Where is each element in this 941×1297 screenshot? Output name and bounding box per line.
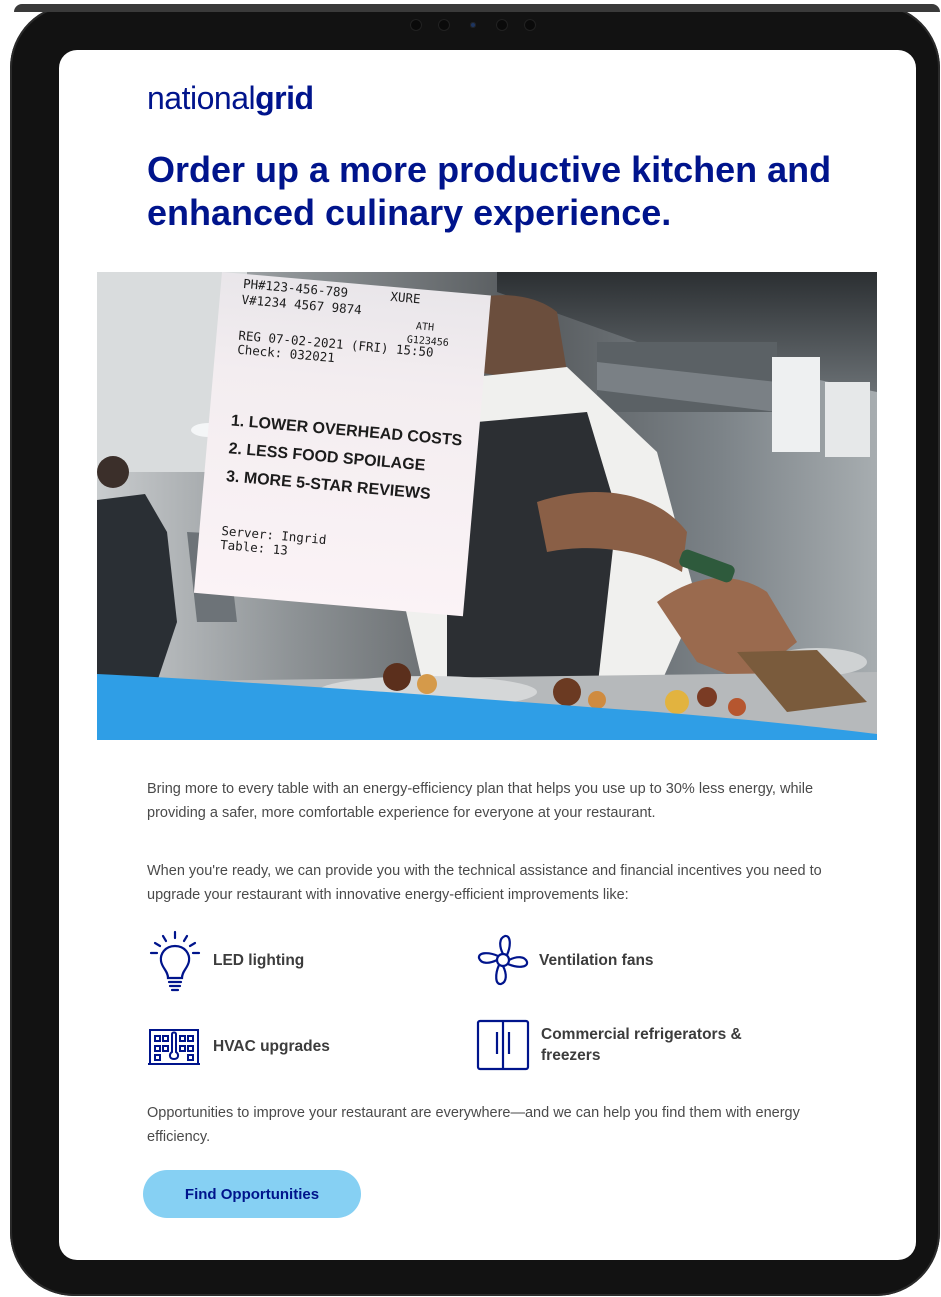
- feature-label: LED lighting: [213, 951, 305, 969]
- feature-list: LED lighting Ventilation fans HVAC upgra…: [147, 928, 867, 1078]
- lightbulb-icon: [147, 928, 203, 992]
- blue-accent-band: [97, 674, 877, 740]
- feature-label: Commercial refrigerators & freezers: [541, 1024, 742, 1066]
- headline: Order up a more productive kitchen and e…: [147, 149, 832, 233]
- closing-paragraph: Opportunities to improve your restaurant…: [147, 1105, 800, 1145]
- tablet-top-edge: [14, 4, 940, 12]
- assistance-paragraph: When you're ready, we can provide you wi…: [147, 863, 822, 903]
- building-thermometer-icon: [147, 1024, 201, 1068]
- intro-paragraph: Bring more to every table with an energy…: [147, 781, 814, 821]
- logo-text-bold: grid: [255, 80, 314, 116]
- camera-bar: [410, 17, 550, 33]
- feature-led-lighting: LED lighting: [147, 928, 304, 992]
- camera-sensor: [470, 22, 476, 28]
- feature-ventilation-fans: Ventilation fans: [475, 932, 654, 988]
- feature-hvac-upgrades: HVAC upgrades: [147, 1024, 330, 1068]
- camera-dot: [410, 19, 422, 31]
- feature-commercial-refrigerators: Commercial refrigerators & freezers: [475, 1018, 742, 1072]
- national-grid-logo: nationalgrid: [147, 80, 314, 117]
- feature-label-line: Commercial refrigerators &: [541, 1026, 742, 1043]
- hero-image: PH#123-456-789 XURE V#1234 4567 9874 ATH…: [97, 272, 877, 740]
- fan-icon: [475, 932, 531, 988]
- logo-text-light: national: [147, 80, 256, 116]
- find-opportunities-button[interactable]: Find Opportunities: [143, 1170, 361, 1218]
- camera-dot: [496, 19, 508, 31]
- feature-label-line: freezers: [541, 1047, 601, 1064]
- refrigerator-icon: [475, 1018, 531, 1072]
- camera-dot: [438, 19, 450, 31]
- feature-label: Ventilation fans: [539, 951, 654, 969]
- email-screen: nationalgrid Order up a more productive …: [59, 50, 916, 1260]
- tablet-frame: nationalgrid Order up a more productive …: [10, 4, 940, 1296]
- feature-label: HVAC upgrades: [213, 1037, 330, 1055]
- camera-dot: [524, 19, 536, 31]
